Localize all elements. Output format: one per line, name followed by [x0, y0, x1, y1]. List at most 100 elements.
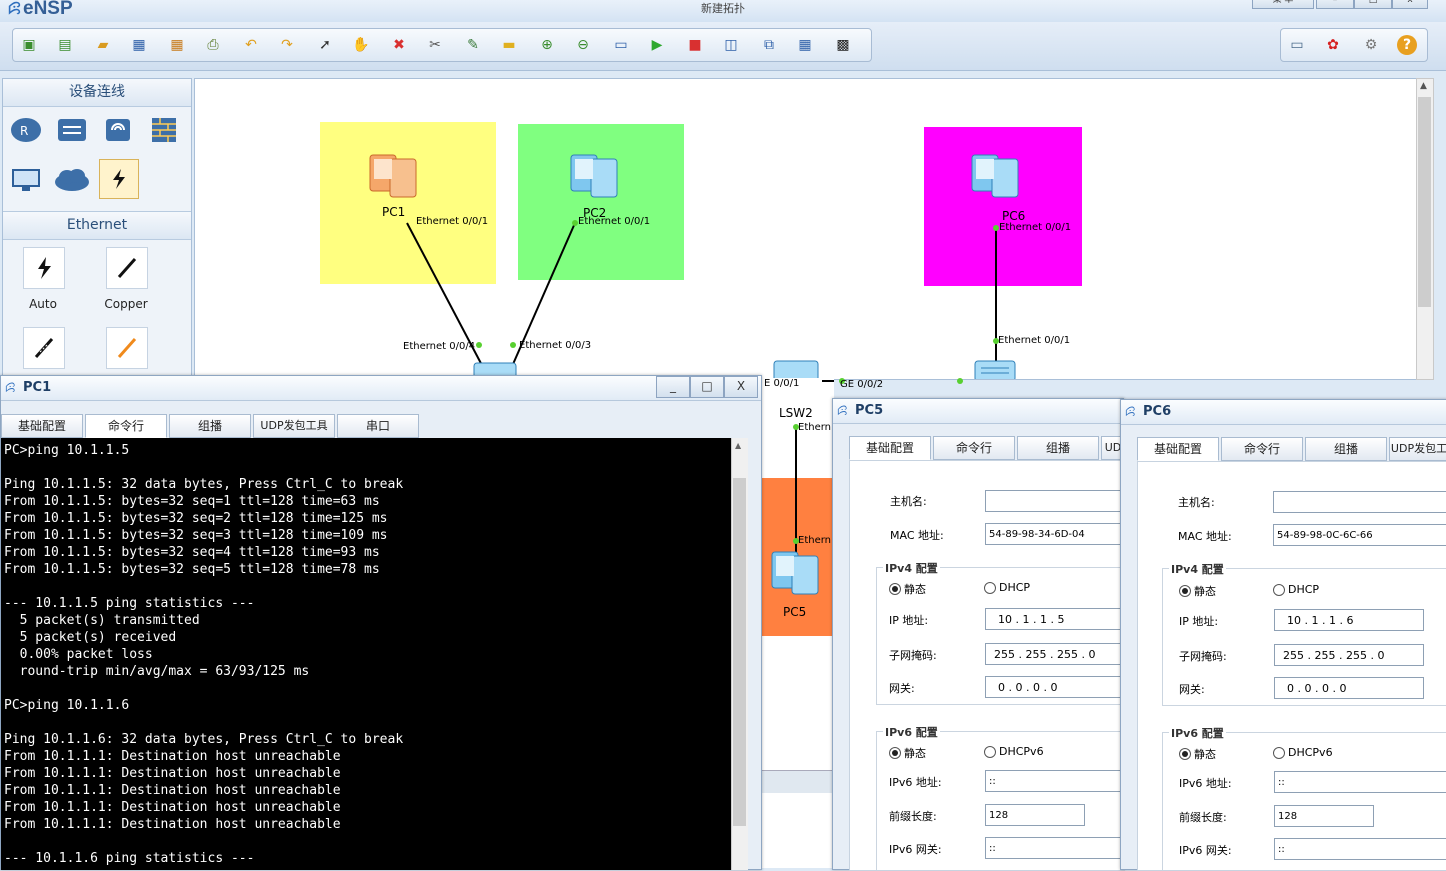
pc1-close-button[interactable]: X: [724, 376, 758, 398]
topology-icon[interactable]: ⧉: [759, 35, 779, 55]
pc5-dhcpv6-radio[interactable]: DHCPv6: [984, 745, 1044, 758]
help-icon[interactable]: ?: [1397, 35, 1417, 55]
connection-icon[interactable]: [99, 159, 139, 199]
new-exam-icon[interactable]: ▤: [55, 35, 75, 55]
open-icon[interactable]: ▰: [93, 35, 113, 55]
menu-button[interactable]: 菜 单: [1252, 0, 1314, 9]
pc6-title-bar[interactable]: ꕸ PC6: [1121, 400, 1446, 425]
pc5-static6-radio[interactable]: 静态: [889, 745, 926, 761]
pc1-maximize-button[interactable]: □: [690, 376, 724, 398]
add-note-icon[interactable]: ✎: [463, 35, 483, 55]
settings-icon[interactable]: ⚙: [1361, 35, 1381, 55]
pc5-ip-label: IP 地址:: [889, 614, 929, 627]
pc5-ipv6-input[interactable]: ::: [985, 770, 1124, 792]
serial-cable-icon[interactable]: [23, 327, 65, 369]
feedback-icon[interactable]: ▭: [1287, 35, 1307, 55]
undo-icon[interactable]: ↶: [241, 35, 261, 55]
switch3-device-icon[interactable]: [973, 359, 1019, 379]
new-topology-icon[interactable]: ▣: [19, 35, 39, 55]
pc6-tab-multicast[interactable]: 组播: [1305, 437, 1387, 461]
scroll-up-icon[interactable]: ▲: [1420, 81, 1427, 91]
grid-icon[interactable]: ▦: [795, 35, 815, 55]
pc6-ip-input[interactable]: 10 . 1 . 1 . 6: [1274, 609, 1424, 631]
pc5-gateway-input[interactable]: 0 . 0 . 0 . 0: [985, 676, 1124, 698]
print-icon[interactable]: ⎙: [203, 35, 223, 55]
pc6-dhcpv6-radio[interactable]: DHCPv6: [1273, 746, 1333, 759]
pc1-tab-basic[interactable]: 基础配置: [1, 414, 83, 438]
redo-icon[interactable]: ↷: [277, 35, 297, 55]
pan-hand-icon[interactable]: ✋: [351, 35, 371, 55]
router-icon[interactable]: R: [7, 111, 45, 149]
pc1-tab-command[interactable]: 命令行: [85, 414, 167, 438]
copper-cable-icon[interactable]: [106, 247, 148, 289]
save-icon[interactable]: ▦: [129, 35, 149, 55]
pc6-device-icon[interactable]: [968, 153, 1024, 203]
cloud-icon[interactable]: [53, 161, 91, 199]
topology-canvas[interactable]: PC1 Ethernet 0/0/1 PC2 Ethernet 0/0/1 PC…: [194, 78, 1418, 390]
pc5-device-icon[interactable]: [768, 550, 824, 600]
pc5-title-bar[interactable]: ꕸ PC5: [833, 399, 1123, 424]
pc6-tab-udp[interactable]: UDP发包工: [1389, 437, 1446, 461]
pc1-minimize-button[interactable]: _: [656, 376, 690, 398]
screenshot-icon[interactable]: ▩: [833, 35, 853, 55]
pc1-tab-serial[interactable]: 串口: [337, 414, 419, 438]
canvas-vertical-scrollbar[interactable]: ▲: [1416, 78, 1434, 380]
capture-icon[interactable]: ◫: [721, 35, 741, 55]
stop-device-icon[interactable]: ■: [685, 35, 705, 55]
switch-icon[interactable]: [53, 111, 91, 149]
pc1-tab-udp[interactable]: UDP发包工具: [253, 414, 335, 438]
pc6-mask-input[interactable]: 255 . 255 . 255 . 0: [1274, 644, 1424, 666]
pc5-tab-command[interactable]: 命令行: [933, 436, 1015, 460]
palette-icon[interactable]: ▬: [499, 35, 519, 55]
pc5-dhcp-radio[interactable]: DHCP: [984, 581, 1030, 594]
select-icon[interactable]: ➚: [315, 35, 335, 55]
pc6-prefix-input[interactable]: 128: [1274, 805, 1374, 827]
pc5-mask-input[interactable]: 255 . 255 . 255 . 0: [985, 643, 1124, 665]
fit-view-icon[interactable]: ▭: [611, 35, 631, 55]
delete-link-icon[interactable]: ✂: [425, 35, 445, 55]
pc1-device-icon[interactable]: [366, 153, 422, 203]
pc5-tab-basic[interactable]: 基础配置: [849, 436, 931, 460]
pc5-mac-input[interactable]: 54-89-98-34-6D-04: [985, 523, 1124, 545]
pc5-prefix-input[interactable]: 128: [985, 804, 1085, 826]
terminal-scroll-up-icon[interactable]: ▲: [735, 441, 741, 450]
pc6-static6-radio[interactable]: 静态: [1179, 746, 1216, 762]
pc6-tab-command[interactable]: 命令行: [1221, 437, 1303, 461]
pc5-hostname-input[interactable]: [985, 490, 1124, 512]
start-device-icon[interactable]: ▶: [647, 35, 667, 55]
pc6-static-radio[interactable]: 静态: [1179, 583, 1216, 599]
pc5-tab-multicast[interactable]: 组播: [1017, 436, 1099, 460]
pc6-gateway-input[interactable]: 0 . 0 . 0 . 0: [1274, 677, 1424, 699]
save-as-icon[interactable]: ▦: [167, 35, 187, 55]
minimize-app-button[interactable]: –: [1316, 0, 1354, 9]
firewall-icon[interactable]: [145, 111, 183, 149]
pc5-static-radio[interactable]: 静态: [889, 581, 926, 597]
pc5-ip-input[interactable]: 10 . 1 . 1 . 5: [985, 608, 1124, 630]
auto-cable-icon[interactable]: [23, 247, 65, 289]
pc2-device-icon[interactable]: [567, 153, 623, 203]
zoom-out-icon[interactable]: ⊖: [573, 35, 593, 55]
pc1-terminal[interactable]: PC>ping 10.1.1.5 Ping 10.1.1.5: 32 data …: [1, 438, 731, 870]
pc6-tab-basic[interactable]: 基础配置: [1137, 437, 1219, 461]
pc6-mac-input[interactable]: 54-89-98-0C-6C-66: [1273, 524, 1446, 546]
maximize-app-button[interactable]: □: [1354, 0, 1392, 9]
terminal-scrollbar[interactable]: ▲: [731, 438, 748, 870]
pc6-ipv6-gateway-input[interactable]: ::: [1274, 838, 1446, 860]
terminal-scrollbar-thumb[interactable]: [733, 478, 746, 826]
scrollbar-thumb[interactable]: [1418, 97, 1431, 307]
pc-icon[interactable]: [7, 161, 45, 199]
pc6-hostname-input[interactable]: [1273, 491, 1446, 513]
lsw2-device-icon[interactable]: [772, 359, 822, 379]
pc6-dhcp-radio[interactable]: DHCP: [1273, 583, 1319, 596]
pc1-tab-multicast[interactable]: 组播: [169, 414, 251, 438]
wlan-icon[interactable]: [99, 111, 137, 149]
pos-cable-icon[interactable]: [106, 327, 148, 369]
pc5-ipv6-gateway-input[interactable]: ::: [985, 837, 1124, 859]
huawei-icon[interactable]: ✿: [1323, 35, 1343, 55]
pc1-title-bar[interactable]: ꕸ PC1: [1, 376, 761, 401]
canvas-lower-area[interactable]: E 0/0/1 LSW2 Ethern Ethern PC5: [762, 378, 834, 868]
zoom-in-icon[interactable]: ⊕: [537, 35, 557, 55]
close-app-button[interactable]: x: [1392, 0, 1428, 9]
delete-icon[interactable]: ✖: [389, 35, 409, 55]
pc6-ipv6-input[interactable]: ::: [1274, 771, 1446, 793]
